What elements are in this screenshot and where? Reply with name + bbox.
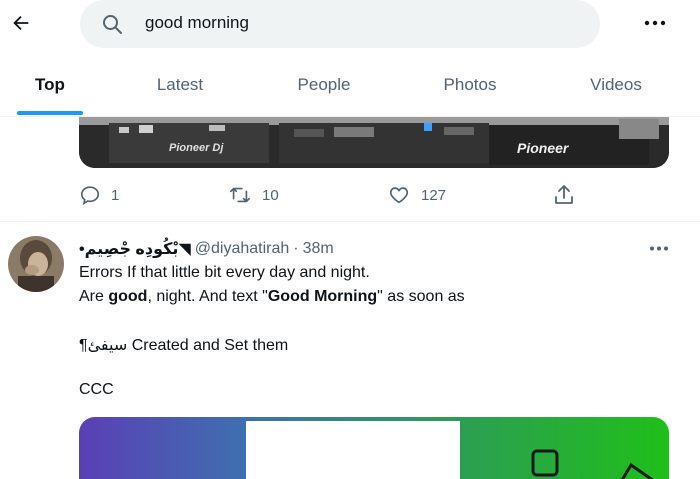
media-brand-left: Pioneer Dj — [169, 142, 224, 154]
top-bar: good morning — [0, 0, 700, 50]
tweet-text-line-4: CCC — [79, 381, 114, 398]
tweet-media-image[interactable]: Pioneer Dj Pioneer — [79, 117, 669, 168]
back-button[interactable] — [6, 8, 36, 38]
more-icon — [644, 20, 666, 26]
more-icon — [650, 246, 668, 250]
search-icon — [103, 15, 122, 34]
search-box[interactable]: good morning — [80, 0, 600, 48]
like-count: 127 — [421, 186, 447, 204]
media-brand-right: Pioneer — [517, 140, 570, 156]
tweet-header: •بْكُودِه جْصِيم◥ @diyahatirah · 38m — [79, 238, 334, 260]
back-arrow-icon — [13, 15, 29, 31]
tweet-more-button[interactable] — [645, 238, 673, 258]
dj-equipment-image: Pioneer Dj Pioneer — [79, 117, 669, 168]
tab-photos[interactable]: Photos — [420, 55, 520, 117]
tweet-timestamp[interactable]: 38m — [303, 240, 334, 258]
tab-top[interactable]: Top — [0, 55, 100, 117]
like-icon — [389, 187, 409, 204]
user-handle[interactable]: @diyahatirah — [195, 240, 290, 258]
share-icon — [555, 185, 573, 204]
avatar-image — [8, 236, 64, 292]
display-name[interactable]: •بْكُودِه جْصِيم◥ — [79, 239, 191, 259]
tweet-actions: 1 10 127 — [0, 180, 700, 210]
tweet-text-line-1: Errors If that little bit every day and … — [79, 264, 370, 281]
share-button[interactable] — [552, 180, 586, 210]
separator-dot: · — [293, 240, 299, 257]
avatar[interactable] — [8, 236, 64, 292]
tweet-divider — [0, 221, 700, 222]
reply-icon — [80, 186, 100, 205]
tweet-text-line-2: Are good, night. And text "Good Morning"… — [79, 288, 465, 305]
reply-button[interactable]: 1 — [79, 180, 119, 210]
retweet-button[interactable]: 10 — [228, 180, 279, 210]
reply-count: 1 — [111, 186, 120, 204]
tweet-text-line-3: ¶سيفئ Created and Set them — [79, 337, 289, 354]
media-shapes — [531, 449, 654, 479]
media-white-panel — [246, 421, 460, 479]
search-input[interactable]: good morning — [145, 13, 249, 33]
retweet-count: 10 — [262, 186, 279, 204]
tab-latest[interactable]: Latest — [130, 55, 230, 117]
retweet-icon — [230, 187, 250, 203]
active-tab-indicator — [17, 111, 83, 115]
tab-videos[interactable]: Videos — [566, 55, 666, 117]
tab-people[interactable]: People — [274, 55, 374, 117]
search-tabs: Top Latest People Photos Videos — [0, 55, 700, 117]
tweet-media-image[interactable] — [79, 417, 669, 479]
more-options-button[interactable] — [640, 12, 670, 34]
like-button[interactable]: 127 — [387, 180, 446, 210]
